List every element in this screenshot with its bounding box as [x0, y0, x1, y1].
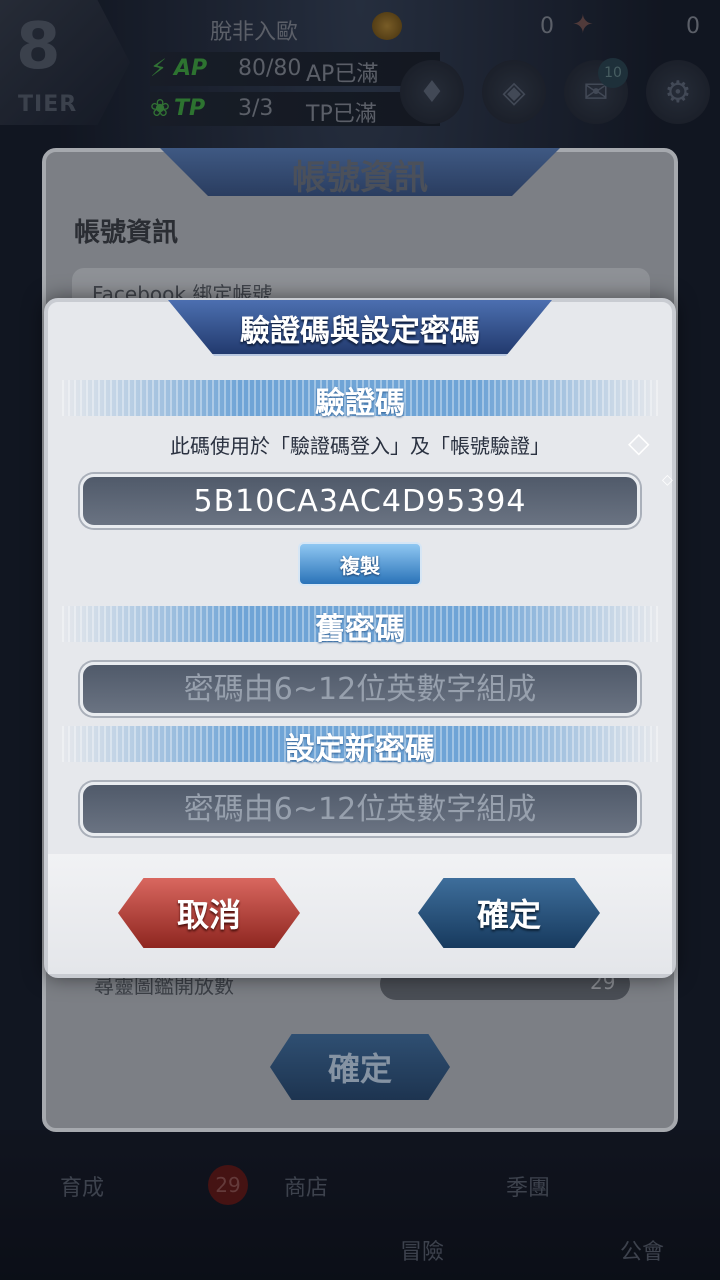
account-confirm-button[interactable]: 確定 — [270, 1034, 450, 1100]
code-section-title: 驗證碼 — [315, 386, 405, 421]
old-password-field[interactable] — [80, 662, 640, 716]
confirm-button[interactable]: 確定 — [418, 878, 600, 948]
copy-button[interactable]: 複製 — [298, 542, 422, 586]
old-password-title: 舊密碼 — [315, 612, 405, 647]
new-password-input[interactable] — [83, 784, 637, 834]
new-password-title: 設定新密碼 — [285, 732, 435, 767]
sparkle-icon: ◇ — [628, 426, 650, 459]
account-section-heading: 帳號資訊 — [74, 218, 179, 248]
account-panel-title: 帳號資訊 — [292, 158, 428, 198]
verification-code[interactable]: 5B10CA3AC4D95394 — [194, 484, 527, 519]
new-password-field[interactable] — [80, 782, 640, 836]
cancel-button[interactable]: 取消 — [118, 878, 300, 948]
verification-code-field[interactable]: 5B10CA3AC4D95394 — [80, 474, 640, 528]
code-usage-hint: 此碼使用於「驗證碼登入」及「帳號驗證」 — [170, 434, 550, 458]
sparkle-small-icon: ◇ — [662, 472, 673, 488]
dialog-title: 驗證碼與設定密碼 — [240, 314, 480, 349]
old-password-input[interactable] — [83, 664, 637, 714]
